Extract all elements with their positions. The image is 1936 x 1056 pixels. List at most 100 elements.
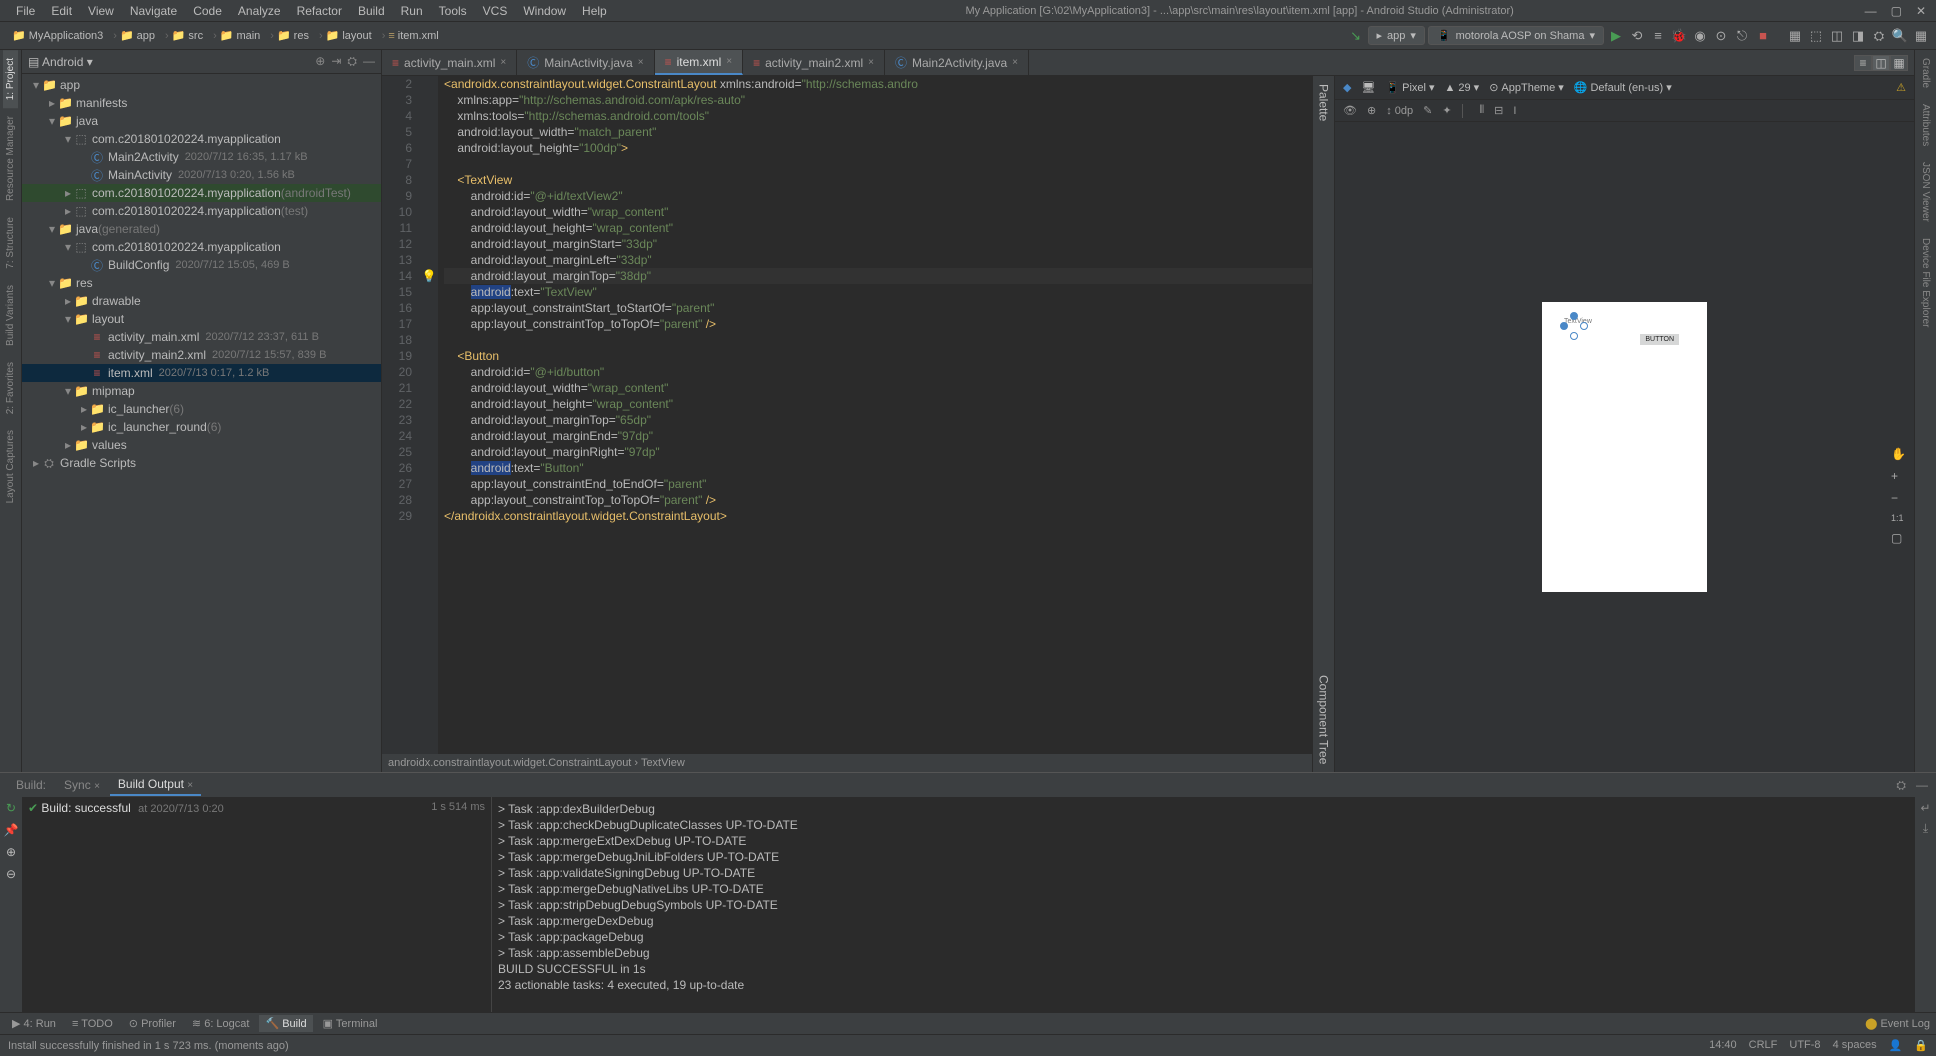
pin-icon[interactable]: 📌 — [4, 823, 19, 837]
editor-breadcrumb[interactable]: androidx.constraintlayout.widget.Constra… — [382, 754, 1312, 772]
editor-tab[interactable]: ⒸMain2Activity.java× — [885, 50, 1029, 75]
infer-icon[interactable]: ✦ — [1442, 104, 1451, 117]
guideline-icon[interactable]: I — [1513, 105, 1516, 117]
sdk-icon[interactable]: ⬚ — [1807, 27, 1825, 45]
tree-row[interactable]: ⒸMainActivity2020/7/13 0:20, 1.56 kB — [22, 166, 381, 184]
stop-icon[interactable]: ■ — [1754, 27, 1772, 45]
expand-icon[interactable]: ⊕ — [6, 845, 16, 859]
sync-tab[interactable]: Sync × — [56, 775, 108, 795]
left-tool-tab[interactable]: 2: Favorites — [3, 354, 18, 422]
build-output[interactable]: > Task :app:dexBuilderDebug> Task :app:c… — [492, 797, 1914, 1012]
menu-vcs[interactable]: VCS — [475, 2, 516, 20]
pan-icon[interactable]: ✋ — [1891, 447, 1906, 461]
tree-row[interactable]: ▾📁layout — [22, 310, 381, 328]
right-tool-tab[interactable]: Attributes — [1918, 96, 1933, 154]
pack-icon[interactable]: ⊟ — [1494, 104, 1503, 117]
project-view-combo[interactable]: ▤ Android ▾ — [28, 55, 93, 69]
menu-code[interactable]: Code — [185, 2, 230, 20]
memory-icon[interactable]: 🔒 — [1914, 1039, 1928, 1052]
apply-code-icon[interactable]: ≡ — [1649, 27, 1667, 45]
right-tool-tab[interactable]: Gradle — [1918, 50, 1933, 96]
tool-window-button[interactable]: ≡ TODO — [66, 1015, 119, 1032]
tree-row[interactable]: ≡item.xml2020/7/13 0:17, 1.2 kB — [22, 364, 381, 382]
left-tool-tab[interactable]: Layout Captures — [3, 422, 18, 511]
tree-row[interactable]: ▾📁res — [22, 274, 381, 292]
tree-row[interactable]: ▸📁drawable — [22, 292, 381, 310]
zoom-actual-icon[interactable]: ▢ — [1891, 531, 1906, 545]
tree-row[interactable]: ▾📁app — [22, 76, 381, 94]
hide-icon[interactable]: — — [363, 54, 375, 69]
palette-tab[interactable]: Palette — [1315, 76, 1333, 129]
editor-tab[interactable]: ≡activity_main2.xml× — [743, 50, 885, 75]
resource-icon[interactable]: ◨ — [1849, 27, 1867, 45]
settings-icon[interactable]: ⛭ — [1870, 27, 1888, 45]
tree-row[interactable]: ▾⬚com.c201801020224.myapplication — [22, 238, 381, 256]
code-editor[interactable]: <androidx.constraintlayout.widget.Constr… — [438, 76, 1312, 754]
editor-tab[interactable]: ≡item.xml× — [655, 50, 744, 75]
left-tool-tab[interactable]: 1: Project — [3, 50, 18, 108]
build-output-tab[interactable]: Build Output × — [110, 774, 201, 796]
tool-window-button[interactable]: ≋ 6: Logcat — [186, 1015, 256, 1032]
layout-preview[interactable]: TextView BUTTON — [1542, 302, 1707, 592]
menu-navigate[interactable]: Navigate — [122, 2, 185, 20]
menu-refactor[interactable]: Refactor — [289, 2, 350, 20]
close-icon[interactable]: ✕ — [1916, 4, 1926, 18]
caret-position[interactable]: 14:40 — [1709, 1039, 1737, 1052]
clear-constraints-icon[interactable]: ✎ — [1423, 104, 1432, 117]
tree-row[interactable]: ▸📁values — [22, 436, 381, 454]
tree-row[interactable]: ▸⬚com.c201801020224.myapplication (andro… — [22, 184, 381, 202]
tree-row[interactable]: ⒸMain2Activity2020/7/12 16:35, 1.17 kB — [22, 148, 381, 166]
crumb-6[interactable]: › ≡ item.xml — [378, 28, 443, 44]
default-margin[interactable]: ↕ 0dp — [1386, 105, 1413, 117]
settings-gear-icon[interactable]: ⛭ — [347, 54, 357, 69]
tool-window-button[interactable]: 🔨 Build — [259, 1015, 312, 1032]
left-tool-tab[interactable]: 7: Structure — [3, 209, 18, 277]
warning-icon[interactable]: ⚠ — [1896, 81, 1906, 94]
minimize-icon[interactable]: — — [1865, 4, 1877, 18]
build-hide-icon[interactable]: — — [1916, 778, 1936, 792]
menu-build[interactable]: Build — [350, 2, 393, 20]
tree-row[interactable]: ≡activity_main.xml2020/7/12 23:37, 611 B — [22, 328, 381, 346]
zoom-out-icon[interactable]: − — [1891, 491, 1906, 505]
event-log-button[interactable]: ⬤ Event Log — [1865, 1017, 1930, 1030]
run-config-combo[interactable]: ▸ app ▾ — [1368, 26, 1425, 45]
eye-icon[interactable]: 👁 — [1343, 104, 1357, 117]
project-tree[interactable]: ▾📁app▸📁manifests▾📁java▾⬚com.c20180102022… — [22, 74, 381, 772]
inspection-icon[interactable]: 👤 — [1889, 1039, 1903, 1052]
crumb-2[interactable]: › 📁 src — [161, 27, 207, 44]
zoom-in-icon[interactable]: + — [1891, 469, 1906, 483]
crumb-4[interactable]: › 📁 res — [266, 27, 313, 44]
collapse-all-icon[interactable]: ⊖ — [6, 867, 16, 881]
maximize-icon[interactable]: ▢ — [1891, 4, 1902, 18]
api-select[interactable]: ▲ 29 ▾ — [1445, 81, 1480, 94]
view-split-icon[interactable]: ◫ — [1872, 55, 1890, 71]
tree-row[interactable]: ▾📁java (generated) — [22, 220, 381, 238]
crumb-3[interactable]: › 📁 main — [209, 27, 264, 44]
align-icon[interactable]: ⫴ — [1480, 104, 1485, 117]
editor-tab[interactable]: ⒸMainActivity.java× — [517, 50, 654, 75]
tree-row[interactable]: ▸📁ic_launcher_round (6) — [22, 418, 381, 436]
build-settings-icon[interactable]: ⛭ — [1896, 778, 1914, 793]
orientation-icon[interactable]: 🖥 — [1361, 81, 1375, 94]
build-tree[interactable]: ✔ Build: successful at 2020/7/13 0:20 1 … — [22, 797, 492, 1012]
debug-icon[interactable]: 🐞 — [1670, 27, 1688, 45]
apply-changes-icon[interactable]: ⟲ — [1628, 27, 1646, 45]
menu-file[interactable]: File — [8, 2, 43, 20]
layout-inspector-icon[interactable]: ◫ — [1828, 27, 1846, 45]
run-icon[interactable]: ▶ — [1607, 27, 1625, 45]
menu-run[interactable]: Run — [393, 2, 431, 20]
rerun-icon[interactable]: ↻ — [6, 801, 16, 815]
soft-wrap-icon[interactable]: ↵ — [1920, 801, 1930, 815]
menu-help[interactable]: Help — [574, 2, 615, 20]
zoom-fit-icon[interactable]: 1:1 — [1891, 513, 1906, 523]
tree-row[interactable]: ▸📁manifests — [22, 94, 381, 112]
account-icon[interactable]: ▦ — [1912, 27, 1930, 45]
tree-row[interactable]: ▾📁mipmap — [22, 382, 381, 400]
right-tool-tab[interactable]: Device File Explorer — [1918, 230, 1933, 335]
attach-icon[interactable]: ⎋ — [1733, 27, 1751, 45]
locate-icon[interactable]: ⊕ — [315, 54, 325, 69]
design-surface-icon[interactable]: ◆ — [1343, 81, 1351, 94]
view-code-icon[interactable]: ≡ — [1854, 55, 1872, 71]
tree-row[interactable]: ⒸBuildConfig2020/7/12 15:05, 469 B — [22, 256, 381, 274]
search-icon[interactable]: 🔍 — [1891, 27, 1909, 45]
